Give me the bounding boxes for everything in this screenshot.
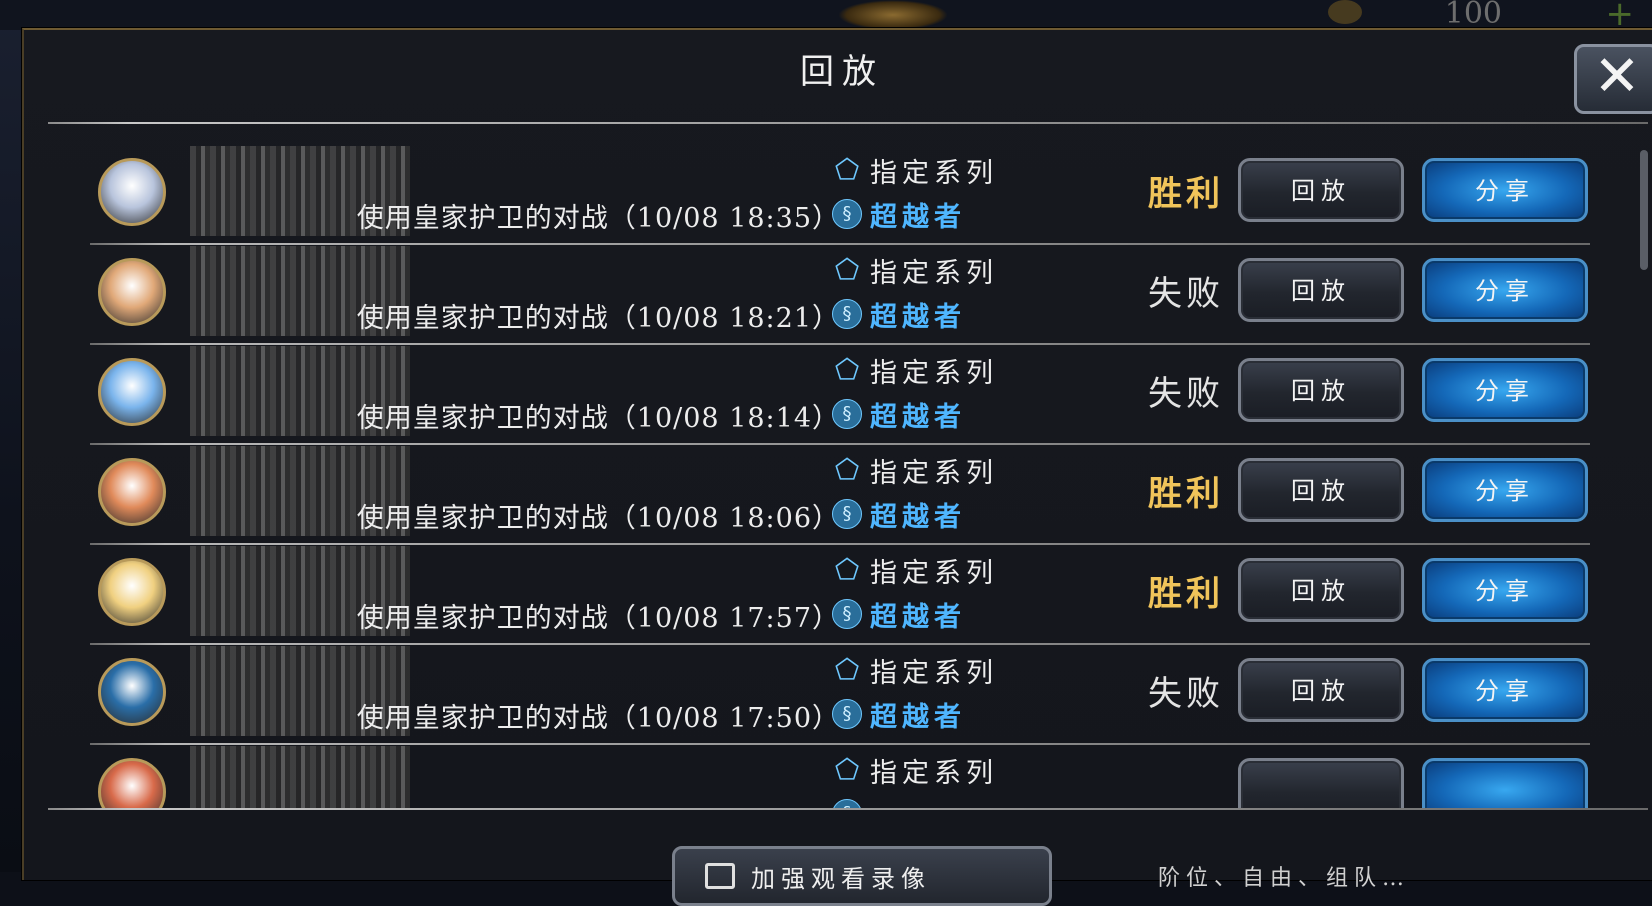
- series-label: 指定系列: [870, 257, 998, 289]
- result-label: 胜利: [1148, 574, 1224, 614]
- replay-list[interactable]: 使用皇家护卫的对战（10/08 18:35） ⬠ 指定系列 § 超越者 胜利 回放 分享 使用皇…: [50, 140, 1620, 808]
- series-label: 指定系列: [870, 357, 998, 389]
- class-icon: §: [832, 799, 862, 808]
- class-label: 超越者: [870, 301, 966, 333]
- class-tag: § 超越者: [832, 296, 966, 333]
- replay-row: 使用皇家护卫的对战（10/08 18:21） ⬠ 指定系列 § 超越者 失败 回放 分享: [50, 240, 1620, 345]
- series-tag: ⬠ 指定系列: [832, 552, 998, 589]
- avatar: [98, 458, 166, 526]
- enhanced-replay-button[interactable]: 加强观看录像: [672, 846, 1052, 906]
- match-description: 使用皇家护卫的对战（10/08 17:57）: [356, 603, 840, 634]
- avatar: [98, 158, 166, 226]
- series-label: 指定系列: [870, 457, 998, 489]
- replay-row: 使用皇家护卫的对战（10/08 18:14） ⬠ 指定系列 § 超越者 失败 回放 分享: [50, 340, 1620, 445]
- class-icon: §: [832, 699, 862, 729]
- redacted-username: [190, 746, 410, 808]
- class-label: 超越者: [870, 501, 966, 533]
- share-button[interactable]: 分享: [1422, 358, 1588, 422]
- class-label: 超越者: [870, 201, 966, 233]
- close-icon[interactable]: ✕: [1574, 44, 1652, 114]
- replay-button[interactable]: 回放: [1238, 358, 1404, 422]
- footer-note: 阶位、自由、组队…: [1158, 866, 1411, 891]
- bottom-divider: [48, 808, 1648, 810]
- class-tag: § 超越者: [832, 496, 966, 533]
- share-button[interactable]: [1422, 758, 1588, 808]
- coin-icon: [1328, 0, 1362, 24]
- series-label: 指定系列: [870, 157, 998, 189]
- replay-row: 使用皇家护卫的对战（10/08 18:06） ⬠ 指定系列 § 超越者 胜利 回放 分享: [50, 440, 1620, 545]
- replay-row: 使用皇家护卫的对战（10/08 18:35） ⬠ 指定系列 § 超越者 胜利 回放 分享: [50, 140, 1620, 245]
- replay-button[interactable]: 回放: [1238, 258, 1404, 322]
- series-tag: ⬠ 指定系列: [832, 352, 998, 389]
- match-description: 使用皇家护卫的对战（10/08 18:14）: [356, 403, 840, 434]
- replay-button[interactable]: 回放: [1238, 158, 1404, 222]
- series-icon: ⬠: [834, 553, 860, 586]
- series-label: 指定系列: [870, 557, 998, 589]
- series-icon: ⬠: [834, 753, 860, 786]
- class-icon: §: [832, 499, 862, 529]
- result-label: 胜利: [1148, 174, 1224, 214]
- class-tag: § 超越者: [832, 696, 966, 733]
- series-tag: ⬠ 指定系列: [832, 752, 998, 789]
- result-label: 失败: [1148, 374, 1224, 414]
- replay-row: ⬠ 指定系列 §: [50, 740, 1620, 808]
- class-label: 超越者: [870, 401, 966, 433]
- replay-button[interactable]: 回放: [1238, 658, 1404, 722]
- share-button[interactable]: 分享: [1422, 558, 1588, 622]
- avatar: [98, 358, 166, 426]
- match-description: 使用皇家护卫的对战（10/08 18:21）: [356, 303, 840, 334]
- title-divider: [48, 122, 1648, 124]
- replay-row: 使用皇家护卫的对战（10/08 17:50） ⬠ 指定系列 § 超越者 失败 回放 分享: [50, 640, 1620, 745]
- series-icon: ⬠: [834, 453, 860, 486]
- series-tag: ⬠ 指定系列: [832, 152, 998, 189]
- avatar: [98, 558, 166, 626]
- series-label: 指定系列: [870, 657, 998, 689]
- series-icon: ⬠: [834, 253, 860, 286]
- currency-value: 100: [1444, 0, 1502, 31]
- share-button[interactable]: 分享: [1422, 658, 1588, 722]
- series-tag: ⬠ 指定系列: [832, 652, 998, 689]
- result-label: 胜利: [1148, 474, 1224, 514]
- share-button[interactable]: 分享: [1422, 258, 1588, 322]
- match-description: 使用皇家护卫的对战（10/08 17:50）: [356, 703, 840, 734]
- class-label: 超越者: [870, 601, 966, 633]
- replay-button[interactable]: 回放: [1238, 458, 1404, 522]
- match-description: 使用皇家护卫的对战（10/08 18:06）: [356, 503, 840, 534]
- series-icon: ⬠: [834, 153, 860, 186]
- series-label: 指定系列: [870, 757, 998, 789]
- class-tag: § 超越者: [832, 396, 966, 433]
- class-tag: § 超越者: [832, 196, 966, 233]
- series-icon: ⬠: [834, 353, 860, 386]
- class-icon: §: [832, 199, 862, 229]
- replay-button[interactable]: [1238, 758, 1404, 808]
- class-label: 超越者: [870, 701, 966, 733]
- dialog-title: 回放: [800, 52, 884, 92]
- share-button[interactable]: 分享: [1422, 458, 1588, 522]
- series-icon: ⬠: [834, 653, 860, 686]
- class-icon: §: [832, 299, 862, 329]
- class-icon: §: [832, 399, 862, 429]
- result-label: 失败: [1148, 274, 1224, 314]
- avatar: [98, 258, 166, 326]
- result-label: 失败: [1148, 674, 1224, 714]
- class-tag: §: [832, 796, 870, 808]
- avatar: [98, 758, 166, 808]
- replay-button[interactable]: 回放: [1238, 558, 1404, 622]
- top-bar: 100 +: [0, 0, 1652, 34]
- scrollbar[interactable]: [1640, 150, 1648, 270]
- series-tag: ⬠ 指定系列: [832, 252, 998, 289]
- series-tag: ⬠ 指定系列: [832, 452, 998, 489]
- crest-ornament: [838, 0, 948, 30]
- avatar: [98, 658, 166, 726]
- checkbox-icon[interactable]: [705, 863, 735, 889]
- enhanced-replay-label: 加强观看录像: [751, 864, 931, 893]
- share-button[interactable]: 分享: [1422, 158, 1588, 222]
- replay-row: 使用皇家护卫的对战（10/08 17:57） ⬠ 指定系列 § 超越者 胜利 回放 分享: [50, 540, 1620, 645]
- class-icon: §: [832, 599, 862, 629]
- class-tag: § 超越者: [832, 596, 966, 633]
- match-description: 使用皇家护卫的对战（10/08 18:35）: [356, 203, 840, 234]
